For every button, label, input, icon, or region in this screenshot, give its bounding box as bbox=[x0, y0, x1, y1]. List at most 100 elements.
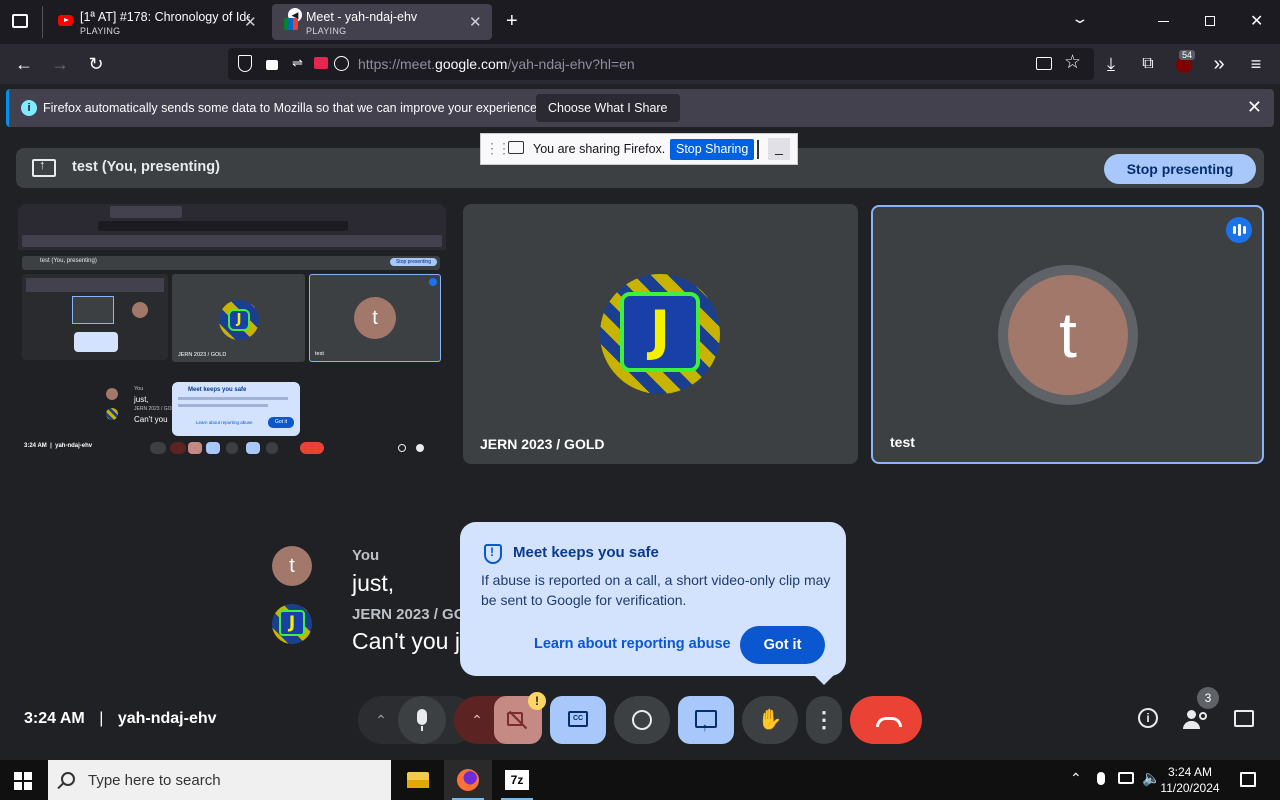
tab-playing-label: PLAYING bbox=[80, 26, 121, 36]
bookmark-star-icon[interactable]: ☆ bbox=[1064, 51, 1081, 74]
firefox-taskbar-icon[interactable] bbox=[444, 760, 492, 800]
mini-notification-bar bbox=[22, 235, 442, 247]
back-icon[interactable]: ← bbox=[12, 52, 36, 76]
meeting-time: 3:24 AM bbox=[24, 710, 85, 727]
participant-name: test bbox=[890, 434, 915, 450]
mini-caption-name: You bbox=[134, 386, 144, 392]
raise-hand-button[interactable]: ✋ bbox=[742, 696, 798, 744]
got-it-button[interactable]: Got it bbox=[740, 626, 825, 664]
tab-divider bbox=[42, 6, 43, 38]
file-explorer-icon[interactable] bbox=[394, 760, 442, 800]
popup-body: If abuse is reported on a call, a short … bbox=[481, 572, 831, 608]
url-text[interactable]: https://meet.google.com/yah-ndaj-ehv?hl=… bbox=[358, 56, 635, 72]
taskbar-clock[interactable]: 3:24 AM 11/20/2024 bbox=[1160, 764, 1220, 796]
emoji-icon bbox=[632, 710, 652, 730]
leave-call-button[interactable] bbox=[850, 696, 922, 744]
participant-tile-test[interactable]: t test bbox=[871, 205, 1264, 464]
minimize-button[interactable]: _ bbox=[768, 138, 790, 160]
mini-time: 3:24 AM | yah-ndaj-ehv bbox=[24, 443, 93, 449]
mini-tile-test: t test bbox=[309, 274, 441, 362]
participant-tile-jern[interactable]: J JERN 2023 / GOLD bbox=[463, 204, 858, 464]
restore-window-icon[interactable] bbox=[1205, 16, 1215, 26]
meet-main: test (You, presenting) Stop presenting ⋮… bbox=[0, 130, 1280, 760]
browser-tab-strip: [1ª AT] #178: Chronology of Ide PLAYING … bbox=[0, 0, 1280, 44]
tab-title: [1ª AT] #178: Chronology of Ide bbox=[80, 10, 250, 24]
tab-overview-icon[interactable] bbox=[12, 14, 28, 28]
downloads-icon[interactable]: ⤓ bbox=[1099, 52, 1123, 76]
show-hidden-icons-icon[interactable]: ⌃ bbox=[1070, 770, 1082, 787]
choose-what-i-share-button[interactable]: Choose What I Share bbox=[536, 94, 680, 122]
tab-youtube[interactable]: [1ª AT] #178: Chronology of Ide PLAYING … bbox=[46, 4, 266, 40]
captions-button[interactable]: CC bbox=[550, 696, 606, 744]
mini-caption-text: Can't you bbox=[134, 415, 168, 424]
more-options-button[interactable]: ⋮ bbox=[806, 696, 842, 744]
presenting-label: test (You, presenting) bbox=[72, 159, 220, 175]
learn-about-reporting-abuse-link[interactable]: Learn about reporting abuse bbox=[534, 636, 731, 652]
audio-options-chevron-icon[interactable]: ⌃ bbox=[366, 696, 396, 744]
stop-sharing-button[interactable]: Stop Sharing bbox=[670, 139, 755, 160]
close-icon[interactable]: ✕ bbox=[1247, 97, 1262, 118]
search-icon bbox=[61, 772, 75, 786]
taskbar-date: 11/20/2024 bbox=[1160, 781, 1220, 795]
extensions-icon[interactable]: ⧉ bbox=[1136, 52, 1160, 76]
meeting-details-icon[interactable]: i bbox=[1135, 708, 1161, 728]
mini-url-bar bbox=[98, 221, 348, 231]
mini-tile-name: test bbox=[315, 351, 324, 357]
hamburger-menu-icon[interactable]: ≡ bbox=[1244, 52, 1268, 76]
mini-presenting-label: test (You, presenting) bbox=[40, 258, 97, 264]
microphone-tray-icon[interactable] bbox=[1097, 772, 1105, 785]
volume-icon[interactable]: 🔈 bbox=[1142, 769, 1161, 787]
windows-start-icon[interactable] bbox=[14, 772, 32, 790]
drag-handle-icon[interactable]: ⋮⋮ bbox=[485, 140, 511, 157]
chat-icon[interactable] bbox=[1232, 708, 1258, 727]
7zip-taskbar-icon[interactable]: 7z bbox=[493, 760, 541, 800]
url-bar[interactable]: ⇌ https://meet.google.com/yah-ndaj-ehv?h… bbox=[228, 48, 1094, 80]
video-options-chevron-icon[interactable]: ⌃ bbox=[462, 696, 492, 744]
picture-in-picture-icon[interactable] bbox=[1036, 57, 1052, 70]
network-icon[interactable] bbox=[1118, 772, 1134, 784]
raise-hand-icon: ✋ bbox=[757, 709, 783, 731]
close-tab-icon[interactable]: ✕ bbox=[469, 13, 482, 31]
stop-presenting-button[interactable]: Stop presenting bbox=[1104, 154, 1256, 184]
caption-speaker: You bbox=[352, 547, 380, 564]
notification-center-icon[interactable] bbox=[1240, 772, 1256, 787]
close-tab-icon[interactable]: ✕ bbox=[244, 13, 257, 31]
emoji-reactions-button[interactable] bbox=[614, 696, 670, 744]
tab-playing-label: PLAYING bbox=[306, 26, 347, 36]
present-screen-icon bbox=[32, 157, 56, 177]
close-window-icon[interactable]: ✕ bbox=[1250, 11, 1263, 31]
tracking-blocked-icon[interactable] bbox=[334, 56, 349, 71]
speaking-indicator-icon bbox=[1226, 217, 1252, 243]
forward-icon[interactable]: → bbox=[48, 52, 72, 76]
taskbar-search-box[interactable]: Type here to search bbox=[48, 760, 391, 800]
tab-list-icon[interactable]: ⌄ bbox=[1070, 10, 1089, 27]
tab-meet[interactable]: ◀ Meet - yah-ndaj-ehv PLAYING ✕ bbox=[272, 4, 492, 40]
participant-name: JERN 2023 / GOLD bbox=[480, 436, 605, 452]
screen-share-indicator-icon[interactable] bbox=[314, 57, 328, 69]
screen-share-icon bbox=[508, 141, 524, 154]
caption-text: Can't you j bbox=[352, 628, 460, 654]
permissions-icon[interactable]: ⇌ bbox=[292, 55, 303, 71]
screen-share-tile[interactable]: test (You, presenting) Stop presenting J… bbox=[18, 204, 446, 462]
sharing-text: You are sharing Firefox. bbox=[533, 142, 666, 156]
more-tools-icon[interactable]: » bbox=[1207, 52, 1231, 76]
mini-tile-jern: J JERN 2023 / GOLD bbox=[172, 274, 305, 362]
present-now-button[interactable]: ↑ bbox=[678, 696, 734, 744]
minimize-window-icon[interactable] bbox=[1158, 21, 1169, 22]
mini-stop-presenting: Stop presenting bbox=[389, 258, 437, 266]
mini-controls: 3:24 AM | yah-ndaj-ehv bbox=[18, 440, 446, 458]
reload-icon[interactable]: ↻ bbox=[84, 52, 108, 76]
microphone-button[interactable] bbox=[398, 696, 446, 744]
shield-icon bbox=[484, 544, 502, 564]
shield-icon[interactable] bbox=[238, 55, 252, 72]
new-tab-icon[interactable]: + bbox=[506, 10, 518, 33]
caption-avatar: J bbox=[272, 604, 312, 644]
avatar-letter: J bbox=[620, 292, 700, 372]
7zip-label: 7z bbox=[505, 770, 529, 790]
mini-presenting-bar: test (You, presenting) Stop presenting bbox=[22, 256, 440, 270]
caption-text: just, bbox=[352, 570, 395, 596]
caption-avatar: t bbox=[272, 546, 312, 586]
popup-title: Meet keeps you safe bbox=[513, 544, 659, 561]
camera-warning-badge: ! bbox=[528, 692, 546, 710]
lock-icon[interactable] bbox=[266, 60, 278, 70]
